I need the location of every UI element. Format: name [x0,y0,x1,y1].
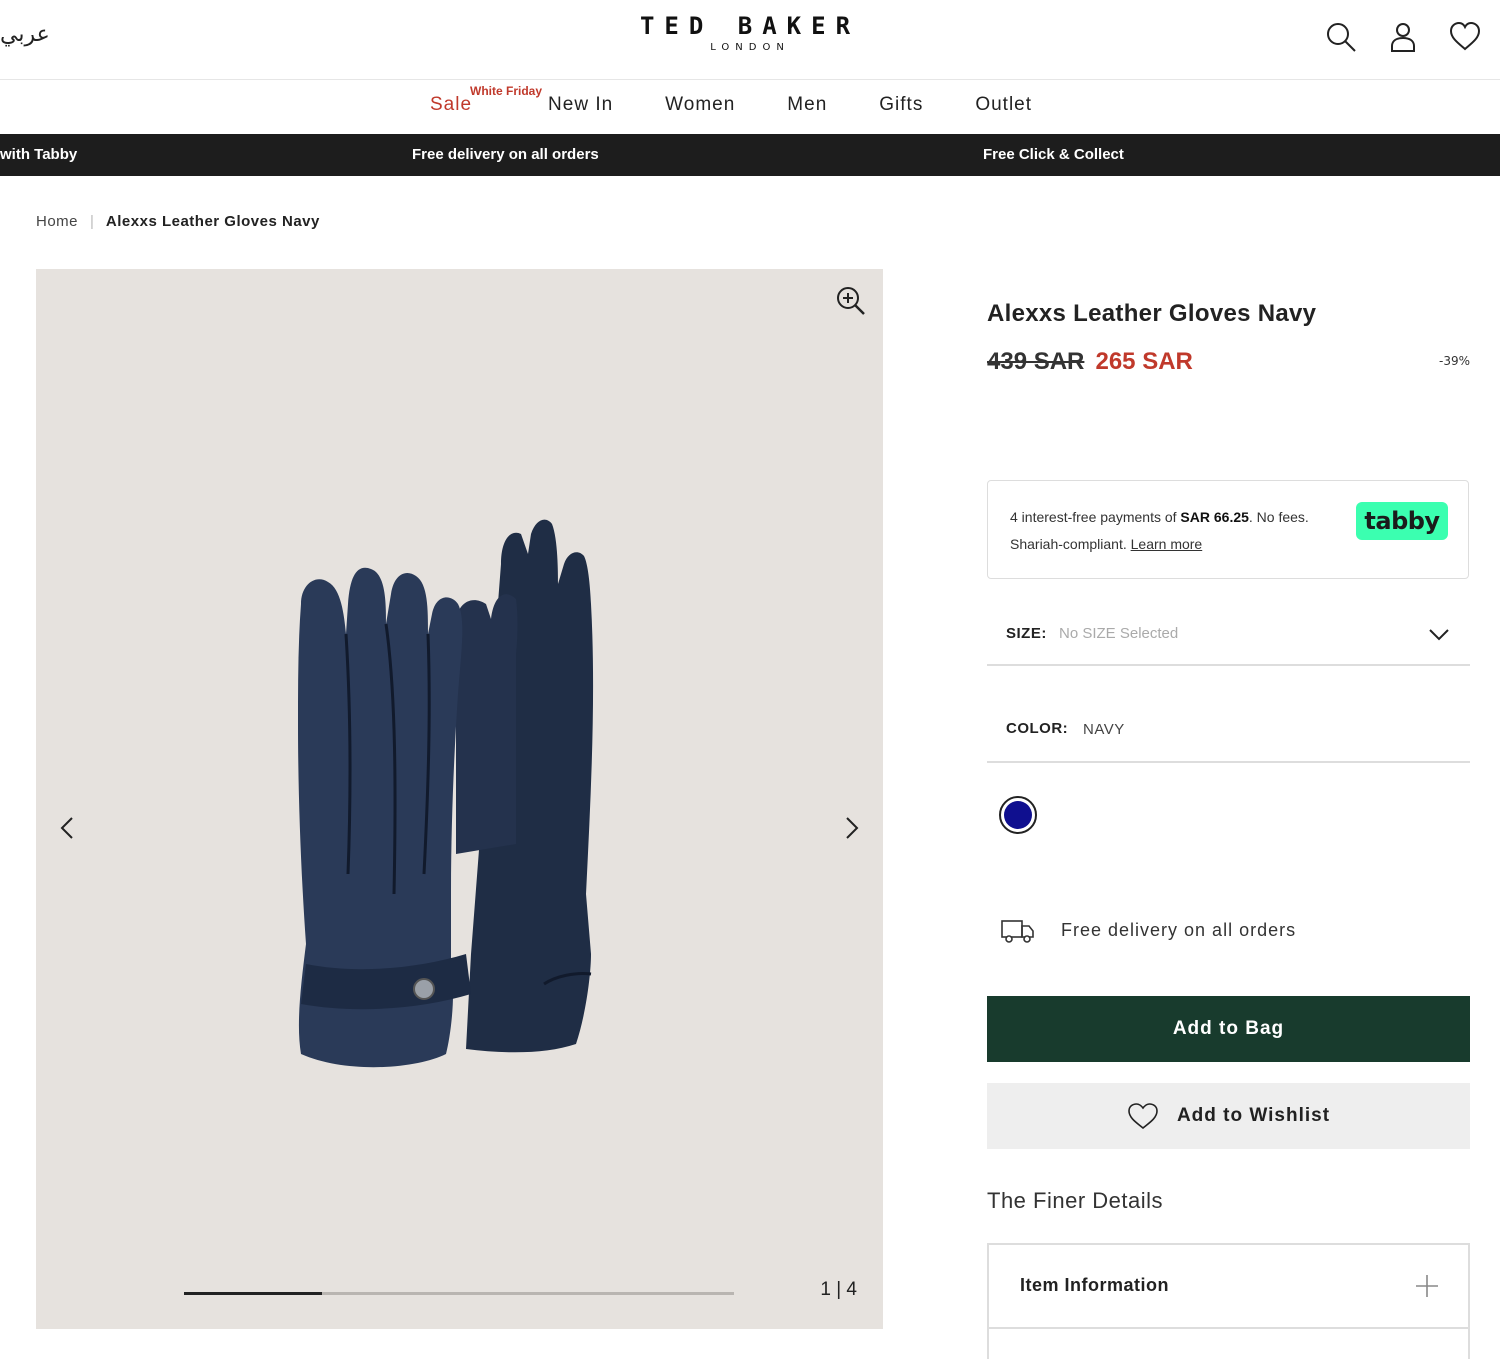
price-row: 439 SAR 265 SAR -39% [987,348,1470,382]
white-friday-tag: White Friday [470,84,543,98]
delivery-text: Free delivery on all orders [1061,919,1297,940]
nav-item-women[interactable]: Women [665,94,735,116]
gallery-prev-icon[interactable] [54,814,82,842]
nav-item-outlet[interactable]: Outlet [975,94,1032,116]
site-header: عربي TED BAKER LONDON [0,0,1500,80]
color-value: NAVY [1083,721,1125,738]
gallery-next-icon[interactable] [837,814,865,842]
color-swatch-navy[interactable] [999,796,1037,834]
breadcrumb-current: Alexxs Leather Gloves Navy [105,213,320,230]
wishlist-icon[interactable] [1448,20,1482,54]
tabby-logo: tabby [1356,502,1448,540]
breadcrumb-home[interactable]: Home [36,213,78,230]
color-label: COLOR: [1006,720,1069,737]
nav-sale-label: Sale [430,94,473,115]
promo-message-tabby: with Tabby [0,146,78,163]
size-label: SIZE: [1006,625,1047,642]
tabby-text-pre: 4 interest-free payments of [1010,509,1181,525]
header-icons [1324,20,1482,54]
gallery-progress-track [184,1292,734,1295]
logo-main-text: TED BAKER [639,12,861,40]
search-icon[interactable] [1324,20,1358,54]
swatch-fill [1004,801,1032,829]
finer-details-heading: The Finer Details [987,1188,1164,1213]
gallery-progress-fill [184,1292,322,1295]
promo-message-delivery: Free delivery on all orders [412,146,599,163]
product-gallery[interactable]: 1 | 4 [36,269,883,1329]
tabby-amount: SAR 66.25 [1180,509,1249,525]
accordion-label: Item Information [1020,1275,1170,1295]
sale-price: 265 SAR [1095,348,1193,375]
size-selector[interactable]: SIZE: No SIZE Selected [987,605,1470,666]
old-price: 439 SAR [987,348,1085,375]
account-icon[interactable] [1386,20,1420,54]
zoom-icon[interactable] [835,285,867,317]
product-title: Alexxs Leather Gloves Navy [987,300,1317,327]
tabby-learn-more-link[interactable]: Learn more [1131,536,1203,552]
promo-bar: with Tabby Free delivery on all orders F… [0,134,1500,176]
tabby-promo: 4 interest-free payments of SAR 66.25. N… [987,480,1469,579]
nav-item-gifts[interactable]: Gifts [879,94,923,116]
main-nav: Sale White Friday New In Women Men Gifts… [0,81,1500,134]
tabby-text: 4 interest-free payments of SAR 66.25. N… [1010,504,1330,558]
product-image-gloves [298,519,594,1068]
gallery-counter: 1 | 4 [820,1279,857,1301]
breadcrumb: Home | Alexxs Leather Gloves Navy [36,213,320,230]
wishlist-label: Add to Wishlist [1176,1105,1331,1126]
heart-icon [1128,1103,1158,1130]
nav-item-sale[interactable]: Sale White Friday [430,84,542,116]
product-info: Alexxs Leather Gloves Navy 439 SAR 265 S… [987,300,1470,382]
color-row: COLOR: NAVY [987,700,1470,763]
nav-item-new-in[interactable]: New In [548,94,613,116]
chevron-down-icon[interactable] [1428,623,1450,645]
delivery-info: Free delivery on all orders [1000,915,1296,945]
gallery-counter-separator: | [836,1279,842,1300]
add-to-bag-button[interactable]: Add to Bag [987,996,1470,1062]
gallery-current: 1 [820,1279,831,1300]
size-placeholder: No SIZE Selected [1059,625,1179,642]
breadcrumb-separator: | [90,213,94,230]
plus-icon[interactable] [1414,1273,1440,1299]
discount-badge: -39% [1438,354,1470,368]
promo-message-collect: Free Click & Collect [983,146,1124,163]
add-to-wishlist-button[interactable]: Add to Wishlist [987,1083,1470,1149]
accordion-item-information[interactable]: Item Information [987,1243,1470,1329]
brand-logo[interactable]: TED BAKER LONDON [0,12,1500,53]
logo-sub-text: LONDON [710,42,790,53]
nav-item-men[interactable]: Men [787,94,827,116]
accordion-next-item[interactable] [987,1327,1470,1359]
truck-icon [1001,920,1034,943]
gallery-total: 4 [846,1279,857,1300]
